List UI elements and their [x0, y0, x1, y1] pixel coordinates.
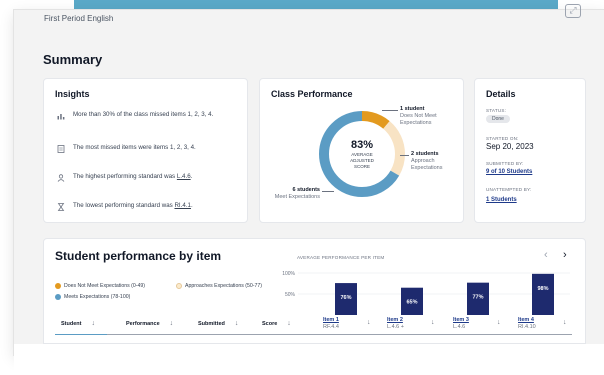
item-performance-chart: 100% 50% 76% 65% 77% 98%	[282, 271, 570, 315]
legend-swatch	[55, 294, 61, 300]
item-column-header[interactable]: Item 4 RI.4.10	[518, 317, 536, 331]
class-name: First Period English	[44, 14, 114, 23]
started-label: STARTED ON:	[486, 136, 519, 141]
document-icon	[57, 145, 65, 153]
insight-text: The most missed items were items 1, 2, 3…	[73, 144, 196, 151]
student-performance-card: Student performance by item Does Not Mee…	[43, 238, 586, 344]
sort-arrow-icon[interactable]: ↓	[235, 320, 239, 327]
segment-note: 6 students Meet Expectations	[274, 187, 320, 200]
chevron-left-icon[interactable]: ‹	[544, 249, 548, 261]
bar-value-label: 65%	[406, 300, 417, 306]
insights-card: Insights More than 30% of the class miss…	[43, 78, 248, 223]
sort-arrow-icon[interactable]: ↓	[287, 320, 291, 327]
item-column-header[interactable]: Item 3 L.4.6	[453, 317, 469, 331]
unattempted-link[interactable]: 1 Students	[486, 197, 517, 203]
sort-arrow-icon[interactable]: ↓	[170, 320, 174, 327]
legend-swatch	[55, 283, 61, 289]
insight-text: The lowest performing standard was RI.4.…	[73, 202, 193, 209]
column-divider	[107, 334, 572, 335]
submitted-link[interactable]: 9 of 10 Students	[486, 169, 532, 175]
item-column-header[interactable]: Item 1 RF.4.4	[323, 317, 339, 331]
leader-line	[400, 155, 409, 156]
performance-donut: 83% AVERAGE ADJUSTED SCORE	[314, 106, 410, 202]
column-header-performance[interactable]: Performance ↓	[126, 320, 173, 327]
insight-row: The most missed items were items 1, 2, 3…	[57, 143, 243, 153]
chevron-right-icon[interactable]: ›	[563, 249, 567, 261]
details-title: Details	[486, 89, 516, 99]
active-column-underline	[55, 334, 107, 335]
column-header-student[interactable]: Student ↓	[61, 320, 95, 327]
item-column-header[interactable]: Item 2 L.4.6 +	[387, 317, 404, 331]
column-header-submitted[interactable]: Submitted ↓	[198, 320, 238, 327]
chart-title: AVERAGE PERFORMANCE PER ITEM	[297, 255, 385, 260]
sort-arrow-icon[interactable]: ↓	[91, 320, 95, 327]
person-icon	[57, 174, 65, 182]
status-badge: Done	[486, 115, 510, 123]
student-performance-title: Student performance by item	[55, 249, 222, 263]
legend-item: Does Not Meet Expectations (0-49)	[55, 283, 145, 289]
insight-text: More than 30% of the class missed items …	[73, 111, 214, 118]
leader-line	[382, 110, 398, 111]
insight-text: The highest performing standard was L.4.…	[73, 173, 193, 180]
details-card: Details STATUS: Done STARTED ON: Sep 20,…	[474, 78, 586, 223]
bottom-area	[14, 344, 604, 375]
standard-link[interactable]: L.4.6	[177, 173, 191, 180]
insights-title: Insights	[55, 89, 90, 99]
legend-swatch	[176, 283, 182, 289]
bar-value-label: 77%	[472, 295, 483, 301]
standard-link[interactable]: RI.4.1	[174, 202, 191, 209]
y-tick-label: 50%	[285, 292, 296, 298]
bar[interactable]	[532, 273, 554, 315]
hourglass-icon	[57, 203, 65, 211]
insight-row: The lowest performing standard was RI.4.…	[57, 201, 243, 211]
started-date: Sep 20, 2023	[486, 142, 534, 151]
y-tick-label: 100%	[282, 271, 295, 277]
summary-heading: Summary	[43, 52, 103, 67]
insight-row: The highest performing standard was L.4.…	[57, 172, 243, 182]
sort-arrow-icon[interactable]: ↓	[367, 319, 371, 326]
bar-chart-icon	[57, 112, 65, 120]
bar-value-label: 76%	[340, 295, 351, 301]
expand-icon[interactable]: ⤢	[565, 4, 581, 18]
class-performance-title: Class Performance	[271, 89, 353, 99]
leader-line	[322, 191, 334, 192]
segment-note: 2 students Approach Expectations	[411, 151, 443, 171]
legend-item: Approaches Expectations (50-77)	[176, 283, 262, 289]
status-label: STATUS:	[486, 108, 507, 113]
legend-item: Meets Expectations (78-100)	[55, 294, 130, 300]
unattempted-label: UNATTEMPTED BY:	[486, 187, 532, 192]
insight-row: More than 30% of the class missed items …	[57, 110, 243, 120]
class-performance-card: Class Performance 83% AVERAGE ADJUSTED S…	[259, 78, 464, 223]
sort-arrow-icon[interactable]: ↓	[497, 319, 501, 326]
average-score-label: AVERAGE ADJUSTED SCORE	[350, 151, 374, 169]
column-header-score[interactable]: Score ↓	[262, 320, 291, 327]
sort-arrow-icon[interactable]: ↓	[563, 319, 567, 326]
average-score: 83%	[350, 138, 374, 151]
segment-note: 1 student Does Not Meet Expectations	[400, 106, 437, 126]
bar-value-label: 98%	[537, 286, 548, 292]
submitted-label: SUBMITTED BY:	[486, 161, 524, 166]
sort-arrow-icon[interactable]: ↓	[431, 319, 435, 326]
